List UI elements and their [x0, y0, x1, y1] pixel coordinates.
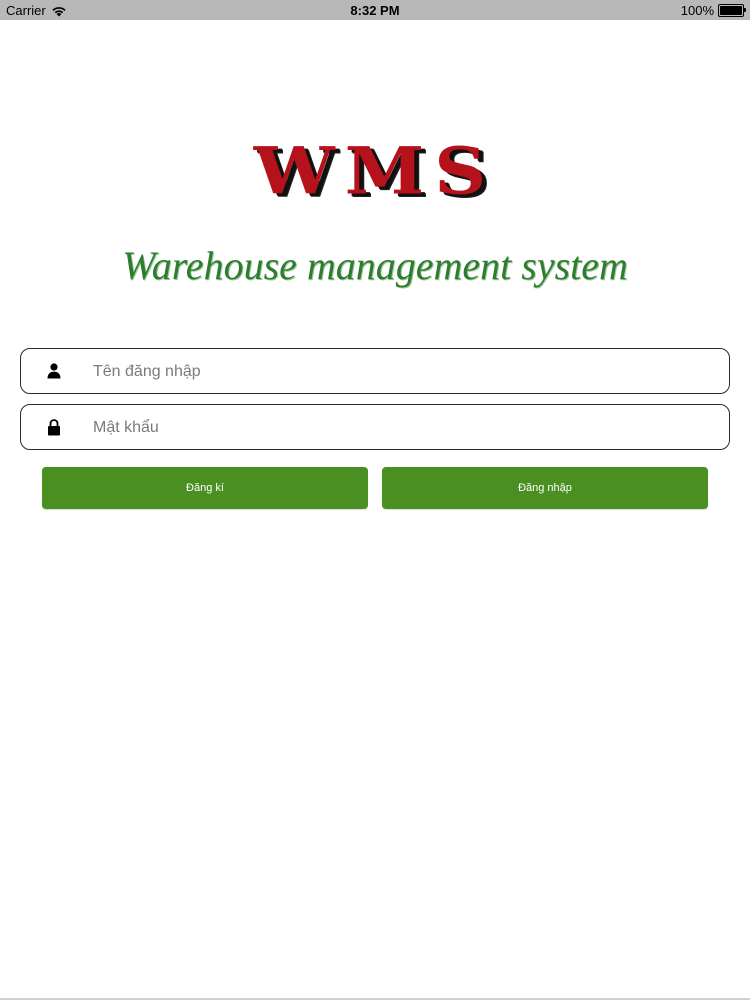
battery-percent: 100% — [680, 3, 714, 18]
password-field[interactable] — [20, 404, 730, 451]
username-field[interactable] — [20, 348, 730, 395]
app-subtitle: Warehouse management system — [122, 243, 628, 288]
login-button[interactable]: Đăng nhập — [382, 467, 708, 509]
register-button[interactable]: Đăng kí — [42, 467, 368, 509]
password-input[interactable] — [91, 405, 715, 451]
battery-tip — [744, 8, 746, 12]
username-input[interactable] — [91, 349, 715, 395]
lock-icon — [48, 419, 60, 436]
battery-fill — [720, 6, 742, 15]
user-icon — [47, 363, 61, 379]
status-time: 8:32 PM — [350, 3, 400, 18]
status-right: 100% — [680, 3, 746, 18]
app-logo: WMS — [253, 132, 497, 209]
status-bar: Carrier 8:32 PM 100% — [0, 0, 750, 20]
battery-icon — [718, 4, 746, 17]
